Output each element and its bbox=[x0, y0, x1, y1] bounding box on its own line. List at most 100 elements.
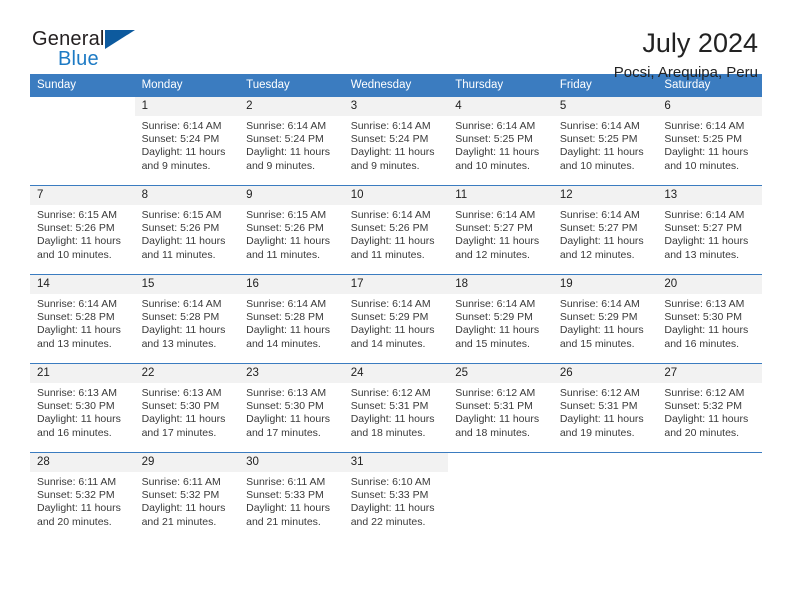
sunrise-text: Sunrise: 6:12 AM bbox=[559, 387, 640, 399]
calendar-day-cell[interactable]: 30 Sunrise: 6:11 AM Sunset: 5:33 PM Dayligh… bbox=[239, 452, 344, 541]
day-number: 15 bbox=[134, 275, 240, 294]
calendar-day-cell[interactable]: 19 Sunrise: 6:14 AM Sunset: 5:29 PM Dayligh… bbox=[552, 274, 658, 364]
daylight-text-line2: and 13 minutes. bbox=[664, 248, 740, 261]
calendar-cell-empty bbox=[657, 452, 762, 541]
daylight-text-line2: and 10 minutes. bbox=[37, 248, 112, 261]
sunset-text: Sunset: 5:32 PM bbox=[37, 489, 115, 502]
calendar-day-cell[interactable]: 12 Sunrise: 6:14 AM Sunset: 5:27 PM Dayligh… bbox=[552, 185, 658, 275]
day-box: 9 Sunrise: 6:15 AM Sunset: 5:26 PM Daylight… bbox=[239, 186, 344, 274]
day-number: 20 bbox=[657, 275, 762, 294]
day-details: Sunrise: 6:14 AM Sunset: 5:24 PM Daylight:… bbox=[135, 116, 240, 173]
sunset-text: Sunset: 5:29 PM bbox=[559, 311, 638, 324]
calendar-day-cell[interactable]: 13 Sunrise: 6:14 AM Sunset: 5:27 PM Dayligh… bbox=[657, 185, 762, 275]
day-number bbox=[448, 453, 553, 472]
day-number: 12 bbox=[552, 186, 658, 205]
calendar-cell-empty bbox=[552, 452, 658, 541]
day-number bbox=[30, 97, 135, 116]
day-box: 20 Sunrise: 6:13 AM Sunset: 5:30 PM Dayligh… bbox=[657, 275, 762, 363]
sunrise-text: Sunrise: 6:11 AM bbox=[37, 476, 117, 488]
day-box: 19 Sunrise: 6:14 AM Sunset: 5:29 PM Dayligh… bbox=[552, 275, 658, 363]
calendar-day-cell[interactable]: 28 Sunrise: 6:11 AM Sunset: 5:32 PM Dayligh… bbox=[30, 452, 135, 541]
daylight-text-line1: Daylight: 11 hours bbox=[664, 146, 749, 159]
daylight-text-line1: Daylight: 11 hours bbox=[141, 413, 226, 426]
day-details: Sunrise: 6:13 AM Sunset: 5:30 PM Daylight:… bbox=[657, 294, 762, 351]
day-box: 13 Sunrise: 6:14 AM Sunset: 5:27 PM Dayligh… bbox=[657, 186, 762, 274]
calendar-day-cell[interactable]: 4 Sunrise: 6:14 AM Sunset: 5:25 PM Daylight… bbox=[448, 96, 553, 186]
daylight-text-line2: and 10 minutes. bbox=[455, 159, 530, 172]
calendar-week-row: 21 Sunrise: 6:13 AM Sunset: 5:30 PM Dayligh… bbox=[30, 363, 762, 453]
calendar-day-cell[interactable]: 9 Sunrise: 6:15 AM Sunset: 5:26 PM Daylight… bbox=[239, 185, 344, 275]
calendar-day-cell[interactable]: 5 Sunrise: 6:14 AM Sunset: 5:25 PM Daylight… bbox=[552, 96, 658, 186]
day-number: 23 bbox=[239, 364, 344, 383]
daylight-text-line2: and 10 minutes. bbox=[559, 159, 635, 172]
calendar-day-cell[interactable]: 22 Sunrise: 6:13 AM Sunset: 5:30 PM Dayligh… bbox=[134, 363, 240, 453]
day-box: 23 Sunrise: 6:13 AM Sunset: 5:30 PM Dayligh… bbox=[239, 364, 344, 452]
daylight-text-line2: and 12 minutes. bbox=[455, 248, 530, 261]
sunset-text: Sunset: 5:30 PM bbox=[141, 400, 220, 413]
calendar-day-cell[interactable]: 23 Sunrise: 6:13 AM Sunset: 5:30 PM Dayligh… bbox=[239, 363, 344, 453]
calendar-day-cell[interactable]: 8 Sunrise: 6:15 AM Sunset: 5:26 PM Daylight… bbox=[134, 185, 240, 275]
calendar-day-cell[interactable]: 29 Sunrise: 6:11 AM Sunset: 5:32 PM Dayligh… bbox=[134, 452, 240, 541]
daylight-text-line1: Daylight: 11 hours bbox=[246, 235, 330, 248]
daylight-text-line1: Daylight: 11 hours bbox=[246, 324, 330, 337]
sunset-text: Sunset: 5:26 PM bbox=[141, 222, 220, 235]
calendar-day-cell[interactable]: 20 Sunrise: 6:13 AM Sunset: 5:30 PM Dayligh… bbox=[657, 274, 762, 364]
day-number: 28 bbox=[30, 453, 135, 472]
day-details: Sunrise: 6:11 AM Sunset: 5:32 PM Daylight:… bbox=[135, 472, 240, 529]
calendar-day-cell[interactable]: 15 Sunrise: 6:14 AM Sunset: 5:28 PM Dayligh… bbox=[134, 274, 240, 364]
day-number: 22 bbox=[134, 364, 240, 383]
day-box: 14 Sunrise: 6:14 AM Sunset: 5:28 PM Dayligh… bbox=[30, 275, 135, 363]
sunset-text: Sunset: 5:33 PM bbox=[350, 489, 429, 502]
calendar-day-cell[interactable]: 7 Sunrise: 6:15 AM Sunset: 5:26 PM Daylight… bbox=[30, 185, 135, 275]
sunrise-text: Sunrise: 6:14 AM bbox=[559, 209, 640, 221]
calendar-day-cell[interactable]: 6 Sunrise: 6:14 AM Sunset: 5:25 PM Daylight… bbox=[657, 96, 762, 186]
calendar-day-cell[interactable]: 27 Sunrise: 6:12 AM Sunset: 5:32 PM Dayligh… bbox=[657, 363, 762, 453]
daylight-text-line2: and 9 minutes. bbox=[246, 159, 316, 172]
day-details: Sunrise: 6:14 AM Sunset: 5:25 PM Daylight:… bbox=[553, 116, 658, 173]
calendar-day-cell[interactable]: 3 Sunrise: 6:14 AM Sunset: 5:24 PM Daylight… bbox=[343, 96, 449, 186]
sunset-text: Sunset: 5:26 PM bbox=[246, 222, 324, 235]
day-details: Sunrise: 6:14 AM Sunset: 5:29 PM Daylight:… bbox=[448, 294, 553, 351]
daylight-text-line1: Daylight: 11 hours bbox=[350, 146, 435, 159]
calendar-day-cell[interactable]: 10 Sunrise: 6:14 AM Sunset: 5:26 PM Dayligh… bbox=[343, 185, 449, 275]
calendar-day-cell[interactable]: 24 Sunrise: 6:12 AM Sunset: 5:31 PM Dayligh… bbox=[343, 363, 449, 453]
daylight-text-line2: and 17 minutes. bbox=[246, 426, 321, 439]
daylight-text-line2: and 19 minutes. bbox=[559, 426, 635, 439]
day-box: 10 Sunrise: 6:14 AM Sunset: 5:26 PM Dayligh… bbox=[343, 186, 449, 274]
calendar-day-cell[interactable]: 1 Sunrise: 6:14 AM Sunset: 5:24 PM Daylight… bbox=[134, 96, 240, 186]
calendar-day-cell[interactable]: 14 Sunrise: 6:14 AM Sunset: 5:28 PM Dayligh… bbox=[30, 274, 135, 364]
day-number: 11 bbox=[448, 186, 553, 205]
day-box bbox=[448, 453, 553, 541]
day-details: Sunrise: 6:12 AM Sunset: 5:31 PM Daylight:… bbox=[448, 383, 553, 440]
daylight-text-line1: Daylight: 11 hours bbox=[350, 502, 435, 515]
general-blue-logo[interactable]: General Blue bbox=[32, 28, 152, 74]
calendar-day-cell[interactable]: 2 Sunrise: 6:14 AM Sunset: 5:24 PM Daylight… bbox=[239, 96, 344, 186]
calendar-day-cell[interactable]: 16 Sunrise: 6:14 AM Sunset: 5:28 PM Dayligh… bbox=[239, 274, 344, 364]
sunrise-text: Sunrise: 6:14 AM bbox=[246, 120, 327, 132]
calendar-cell-empty bbox=[448, 452, 553, 541]
page-header: General Blue July 2024 Pocsi, Arequipa, … bbox=[30, 0, 762, 81]
day-details: Sunrise: 6:13 AM Sunset: 5:30 PM Daylight:… bbox=[135, 383, 240, 440]
calendar-day-cell[interactable]: 11 Sunrise: 6:14 AM Sunset: 5:27 PM Dayligh… bbox=[448, 185, 553, 275]
calendar-day-cell[interactable]: 26 Sunrise: 6:12 AM Sunset: 5:31 PM Dayligh… bbox=[552, 363, 658, 453]
calendar-day-cell[interactable]: 31 Sunrise: 6:10 AM Sunset: 5:33 PM Dayligh… bbox=[343, 452, 449, 541]
day-details: Sunrise: 6:14 AM Sunset: 5:25 PM Daylight:… bbox=[657, 116, 762, 173]
day-details: Sunrise: 6:12 AM Sunset: 5:32 PM Daylight:… bbox=[657, 383, 762, 440]
calendar-day-cell[interactable]: 21 Sunrise: 6:13 AM Sunset: 5:30 PM Dayligh… bbox=[30, 363, 135, 453]
daylight-text-line2: and 16 minutes. bbox=[664, 337, 740, 350]
sunset-text: Sunset: 5:32 PM bbox=[141, 489, 220, 502]
day-box: 3 Sunrise: 6:14 AM Sunset: 5:24 PM Daylight… bbox=[343, 97, 449, 185]
day-number bbox=[657, 453, 762, 472]
daylight-text-line2: and 10 minutes. bbox=[664, 159, 740, 172]
calendar-day-cell[interactable]: 25 Sunrise: 6:12 AM Sunset: 5:31 PM Dayligh… bbox=[448, 363, 553, 453]
calendar-week-row: 14 Sunrise: 6:14 AM Sunset: 5:28 PM Dayligh… bbox=[30, 274, 762, 364]
sunset-text: Sunset: 5:24 PM bbox=[246, 133, 324, 146]
daylight-text-line1: Daylight: 11 hours bbox=[141, 324, 226, 337]
day-number: 16 bbox=[239, 275, 344, 294]
calendar-day-cell[interactable]: 17 Sunrise: 6:14 AM Sunset: 5:29 PM Dayligh… bbox=[343, 274, 449, 364]
day-details: Sunrise: 6:14 AM Sunset: 5:29 PM Daylight:… bbox=[553, 294, 658, 351]
sunrise-text: Sunrise: 6:13 AM bbox=[141, 387, 222, 399]
calendar-day-cell[interactable]: 18 Sunrise: 6:14 AM Sunset: 5:29 PM Dayligh… bbox=[448, 274, 553, 364]
day-box: 17 Sunrise: 6:14 AM Sunset: 5:29 PM Dayligh… bbox=[343, 275, 449, 363]
day-box: 18 Sunrise: 6:14 AM Sunset: 5:29 PM Dayligh… bbox=[448, 275, 553, 363]
